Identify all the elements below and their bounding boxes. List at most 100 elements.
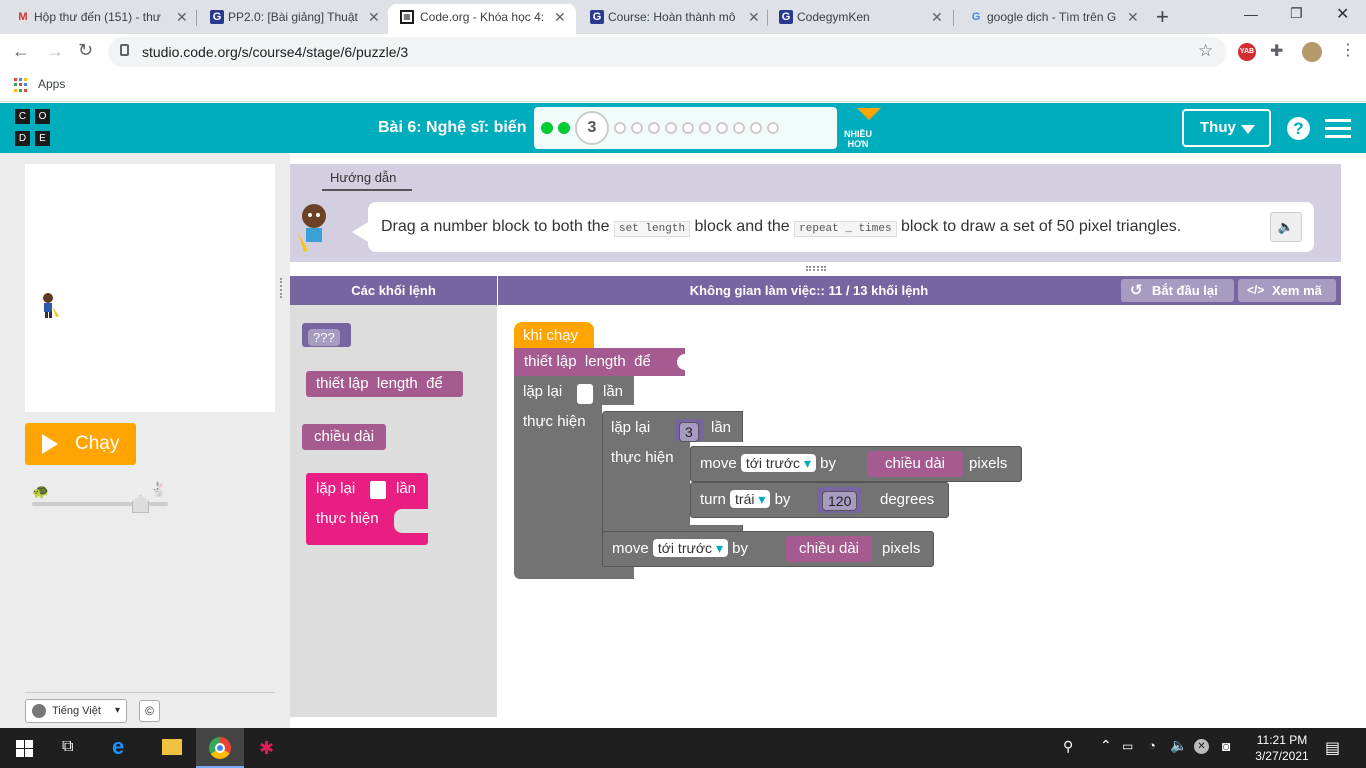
inner-repeat-count[interactable]: 3: [679, 422, 699, 442]
back-arrow-icon[interactable]: ←: [12, 41, 30, 62]
set-length-block[interactable]: thiết lập length để: [514, 348, 685, 376]
battery-icon[interactable]: ▭: [1122, 739, 1133, 753]
bookmark-star-icon[interactable]: ☆: [1198, 41, 1213, 61]
meet-now-icon[interactable]: ◙: [1222, 738, 1230, 754]
url-text[interactable]: studio.code.org/s/course4/stage/6/puzzle…: [142, 44, 408, 60]
close-icon[interactable]: ✕: [554, 4, 568, 30]
move-forward-block-outer[interactable]: move tới trước ▾ by chiều dài pixels: [602, 531, 934, 567]
edge-icon[interactable]: e: [112, 734, 124, 760]
close-icon[interactable]: ✕: [368, 6, 382, 28]
reset-icon: ↺: [1130, 282, 1143, 299]
toolbox-length-variable-block[interactable]: chiều dài: [302, 424, 387, 450]
language-select[interactable]: Tiếng Việt ▾: [25, 699, 127, 723]
progress-dot[interactable]: [648, 122, 660, 134]
turn-direction-dropdown[interactable]: trái ▾: [730, 490, 771, 508]
maximize-button[interactable]: ❐: [1290, 5, 1303, 22]
notification-x-icon[interactable]: ✕: [1194, 739, 1209, 754]
slack-icon[interactable]: ✱: [259, 738, 274, 759]
apps-grid-icon[interactable]: [14, 78, 28, 92]
close-icon[interactable]: ✕: [176, 6, 190, 28]
tab-label: PP2.0: [Bài giảng] Thuật: [228, 10, 358, 24]
tab-course[interactable]: G Course: Hoàn thành mô ✕: [586, 6, 762, 34]
progress-dot[interactable]: [767, 122, 779, 134]
run-button[interactable]: Chạy: [25, 423, 136, 465]
artist-character: [43, 293, 59, 318]
toolbox-number-block[interactable]: ???: [302, 323, 351, 347]
close-icon[interactable]: ✕: [748, 6, 762, 28]
tab-codegymken[interactable]: G CodegymKen ✕: [775, 6, 945, 34]
codeorg-logo[interactable]: C O D E: [15, 109, 57, 149]
tab-google[interactable]: G google dịch - Tìm trên G ✕: [965, 6, 1141, 34]
lock-icon: [120, 44, 129, 56]
length-variable-block[interactable]: chiều dài: [786, 536, 872, 562]
menu-dots-icon[interactable]: ⋮: [1340, 40, 1356, 60]
progress-dot[interactable]: [665, 122, 677, 134]
toolbox-set-length-block[interactable]: thiết lập length để: [306, 371, 463, 397]
direction-dropdown[interactable]: tới trước ▾: [740, 454, 816, 472]
progress-dot[interactable]: [716, 122, 728, 134]
tab-codeorg[interactable]: ▦ Code.org - Khóa học 4: ✕: [388, 4, 576, 34]
minimize-button[interactable]: —: [1244, 6, 1258, 22]
tab-instructions[interactable]: Hướng dẫn: [330, 170, 396, 185]
current-puzzle-dot[interactable]: 3: [575, 111, 609, 145]
extensions-icon[interactable]: ✚: [1270, 41, 1283, 61]
close-icon[interactable]: ✕: [931, 6, 945, 28]
when-run-block[interactable]: khi chạy: [514, 322, 594, 350]
profile-avatar[interactable]: [1302, 42, 1322, 62]
codegym-icon: G: [779, 10, 793, 24]
hamburger-menu-icon[interactable]: [1325, 119, 1351, 138]
wifi-icon[interactable]: ◔: [1148, 738, 1156, 753]
help-icon[interactable]: ?: [1287, 117, 1310, 140]
file-explorer-icon[interactable]: [162, 739, 182, 755]
tab-pp20[interactable]: G PP2.0: [Bài giảng] Thuật ✕: [206, 6, 382, 34]
direction-dropdown[interactable]: tới trước ▾: [652, 539, 728, 557]
progress-dot[interactable]: [614, 122, 626, 134]
resize-handle[interactable]: [806, 266, 826, 271]
codegym-icon: G: [210, 10, 224, 24]
progress-dot[interactable]: [733, 122, 745, 134]
text-to-speech-icon[interactable]: 🔈: [1270, 212, 1302, 242]
chrome-taskbar-button[interactable]: [196, 728, 244, 768]
length-variable-block[interactable]: chiều dài: [867, 451, 963, 477]
tab-gmail[interactable]: M Hộp thư đến (151) - thư ✕: [12, 6, 190, 34]
turn-angle[interactable]: 120: [822, 491, 858, 511]
progress-dot[interactable]: [750, 122, 762, 134]
progress-dot[interactable]: [541, 122, 553, 134]
more-label[interactable]: NHIỀU HƠN: [840, 129, 876, 149]
progress-dot[interactable]: [699, 122, 711, 134]
clock[interactable]: 11:21 PM 3/27/2021: [1252, 732, 1312, 764]
people-icon[interactable]: ⚲: [1063, 738, 1073, 755]
progress-dot[interactable]: [558, 122, 570, 134]
apps-label[interactable]: Apps: [38, 77, 65, 91]
browser-tab-strip: M Hộp thư đến (151) - thư ✕ G PP2.0: [Bà…: [0, 0, 1366, 34]
new-tab-button[interactable]: +: [1156, 4, 1169, 30]
progress-dot[interactable]: [631, 122, 643, 134]
windows-start-icon[interactable]: [16, 740, 33, 757]
move-forward-block[interactable]: move tới trước ▾ by chiều dài pixels: [690, 446, 1022, 482]
volume-icon[interactable]: 🔈: [1170, 737, 1187, 754]
copyright-icon[interactable]: ©: [139, 700, 160, 722]
turn-block[interactable]: turn trái ▾ by 120 degrees: [690, 482, 949, 518]
panel-resize-handle[interactable]: [280, 278, 286, 298]
reload-icon[interactable]: ↻: [78, 40, 93, 61]
progress-dot[interactable]: [682, 122, 694, 134]
forward-arrow-icon[interactable]: →: [46, 41, 64, 62]
more-arrow-icon[interactable]: [857, 108, 881, 120]
show-code-button[interactable]: </> Xem mã: [1238, 279, 1336, 302]
close-window-button[interactable]: ✕: [1336, 4, 1349, 24]
chevron-up-icon[interactable]: ⌃: [1100, 737, 1112, 754]
tab-label: Hộp thư đến (151) - thư: [34, 10, 161, 24]
lesson-title: Bài 6: Nghệ sĩ: biến: [378, 119, 527, 136]
close-icon[interactable]: ✕: [1127, 6, 1141, 28]
user-menu-button[interactable]: Thuy: [1182, 109, 1271, 147]
globe-icon: [32, 704, 46, 718]
tab-label: Course: Hoàn thành mô: [608, 10, 736, 24]
task-view-icon[interactable]: ⧉: [62, 738, 73, 756]
address-bar[interactable]: studio.code.org/s/course4/stage/6/puzzle…: [108, 37, 1226, 67]
code-repeat-times: repeat _ times: [794, 221, 897, 237]
reset-button[interactable]: ↺ Bắt đầu lại: [1121, 279, 1234, 302]
artist-avatar-icon: [298, 204, 326, 252]
toolbox-repeat-block[interactable]: lặp lại lần thực hiện: [306, 473, 428, 545]
yab-extension-icon[interactable]: YAB: [1238, 43, 1256, 61]
action-center-icon[interactable]: ▤: [1325, 738, 1340, 758]
